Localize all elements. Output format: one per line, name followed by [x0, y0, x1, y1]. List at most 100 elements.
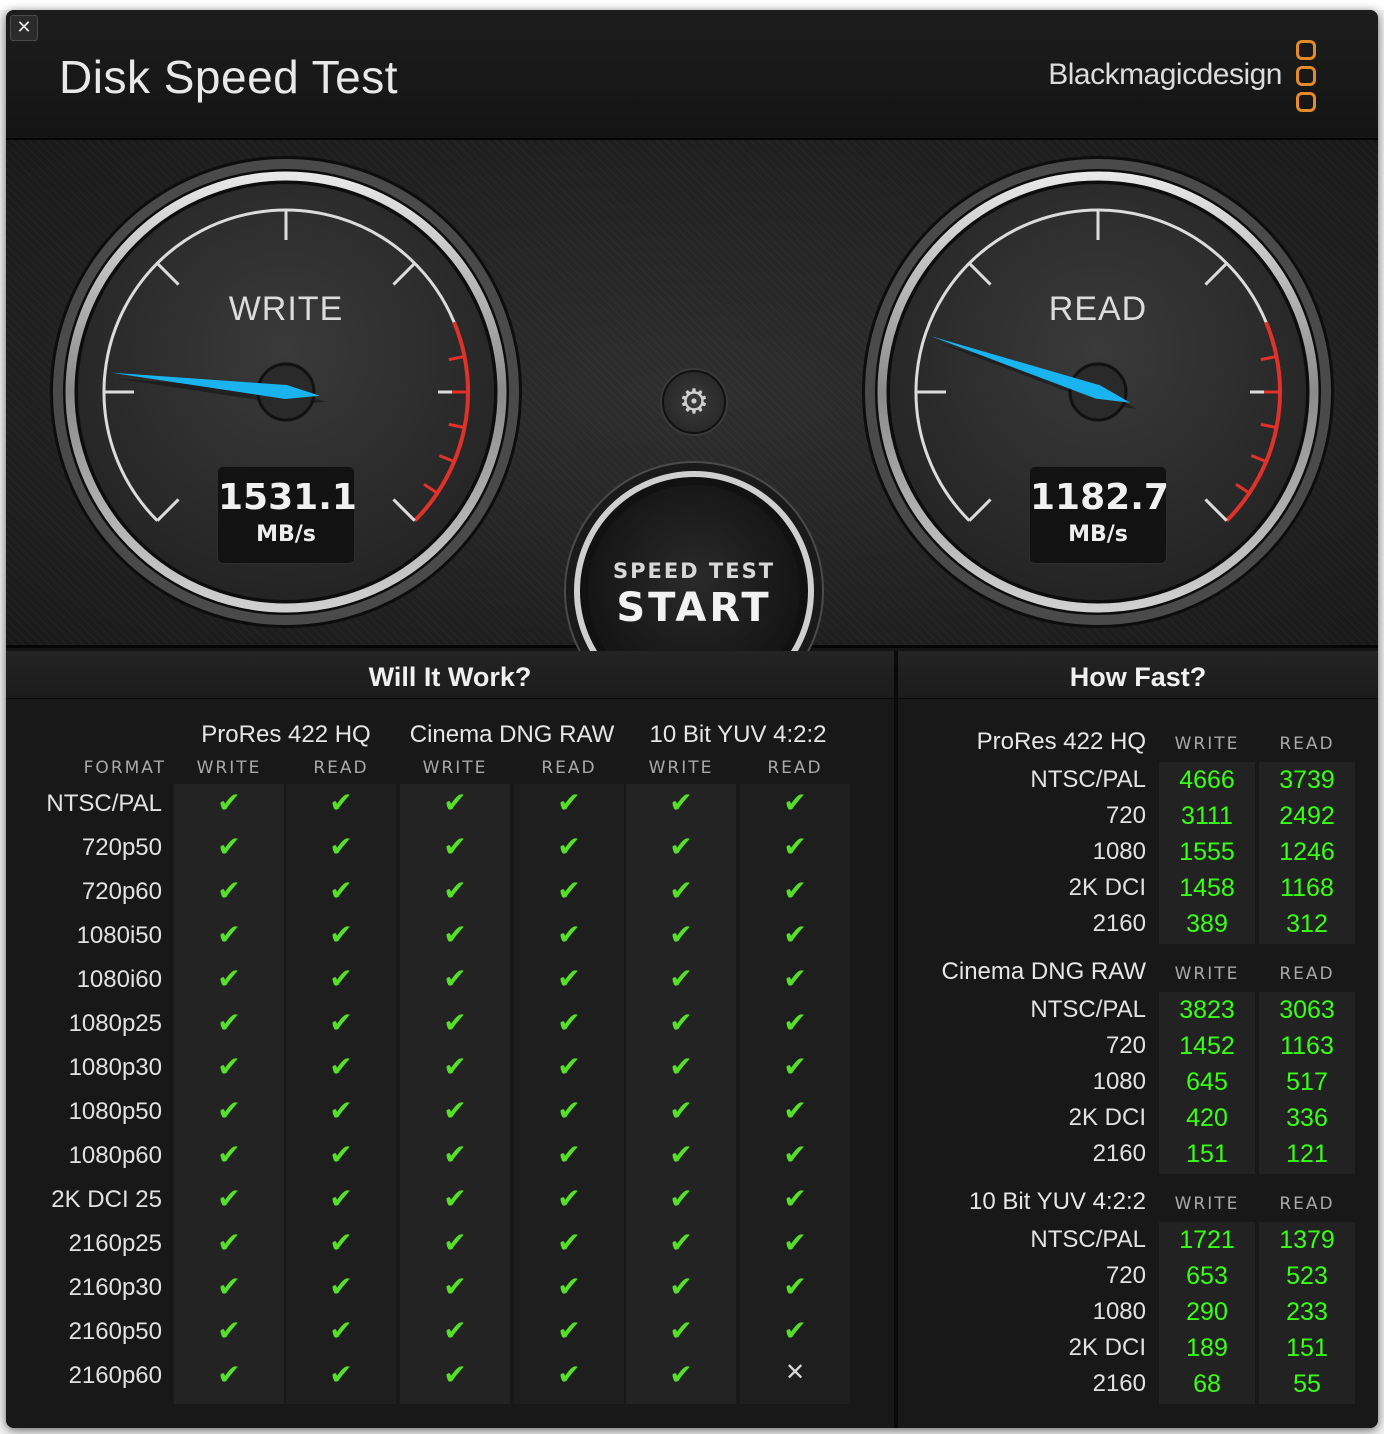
checkmark-icon: ✔ — [783, 1270, 807, 1303]
speed-read-header: READ — [1279, 964, 1335, 984]
checkmark-icon: ✔ — [217, 1006, 241, 1039]
format-column-header: FORMAT — [83, 758, 166, 778]
checkmark-icon: ✔ — [443, 1358, 467, 1391]
checkmark-icon: ✔ — [217, 962, 241, 995]
checkmark-icon: ✔ — [669, 1314, 693, 1347]
checkmark-icon: ✔ — [443, 1182, 467, 1215]
write-fps-value: 1458 — [1179, 874, 1235, 902]
write-speed-unit: MB/s — [256, 522, 316, 547]
brand-logo-icon — [1296, 40, 1320, 114]
format-row-label: 2160p50 — [68, 1318, 162, 1345]
checkmark-icon: ✔ — [217, 1358, 241, 1391]
start-button-caption: SPEED TEST — [612, 559, 776, 583]
format-row-label: 720p50 — [81, 834, 162, 861]
checkmark-icon: ✔ — [669, 1138, 693, 1171]
speed-row-label: 720 — [1105, 1032, 1146, 1059]
speed-write-header: WRITE — [1174, 964, 1240, 984]
checkmark-icon: ✔ — [217, 1138, 241, 1171]
checkmark-icon: ✔ — [329, 1226, 353, 1259]
speed-section-title: ProRes 422 HQ — [976, 728, 1146, 755]
checkmark-icon: ✔ — [557, 786, 581, 819]
checkmark-icon: ✔ — [217, 1314, 241, 1347]
speed-row-label: NTSC/PAL — [1030, 996, 1146, 1023]
write-fps-value: 189 — [1186, 1334, 1228, 1362]
test-column-header: WRITE — [648, 758, 714, 778]
speed-write-header: WRITE — [1174, 734, 1240, 754]
checkmark-icon: ✔ — [669, 786, 693, 819]
checkmark-icon: ✔ — [783, 1050, 807, 1083]
write-readout: 1531.1 MB/s — [217, 466, 357, 564]
read-fps-value: 233 — [1286, 1298, 1328, 1326]
checkmark-icon: ✔ — [557, 830, 581, 863]
write-fps-value: 68 — [1193, 1370, 1221, 1398]
read-fps-value: 1246 — [1279, 838, 1335, 866]
read-readout: 1182.7 MB/s — [1029, 466, 1169, 564]
speed-row-label: 2160 — [1092, 1140, 1146, 1167]
gauge-area: WRITE 1531.1 MB/s READ 1182.7 MB/s ⚙ SPE… — [6, 140, 1378, 711]
checkmark-icon: ✔ — [557, 1138, 581, 1171]
start-button-label: START — [616, 585, 772, 631]
format-row-label: 2160p25 — [68, 1230, 162, 1257]
write-fps-value: 3111 — [1181, 802, 1233, 830]
format-row-label: 1080i60 — [76, 966, 162, 993]
checkmark-icon: ✔ — [217, 1050, 241, 1083]
format-row-label: 1080p30 — [68, 1054, 162, 1081]
write-gauge-label: WRITE — [228, 290, 344, 328]
read-gauge — [862, 156, 1334, 628]
checkmark-icon: ✔ — [783, 1094, 807, 1127]
checkmark-icon: ✔ — [783, 1226, 807, 1259]
test-column-header: READ — [541, 758, 597, 778]
checkmark-icon: ✔ — [217, 1094, 241, 1127]
read-fps-value: 523 — [1286, 1262, 1328, 1290]
read-gauge-label: READ — [1048, 290, 1148, 328]
speed-write-header: WRITE — [1174, 1194, 1240, 1214]
checkmark-icon: ✔ — [329, 874, 353, 907]
settings-button[interactable]: ⚙ — [662, 370, 726, 434]
speed-section-title: 10 Bit YUV 4:2:2 — [969, 1188, 1146, 1215]
checkmark-icon: ✔ — [329, 1314, 353, 1347]
checkmark-icon: ✔ — [217, 918, 241, 951]
checkmark-icon: ✔ — [329, 1094, 353, 1127]
checkmark-icon: ✔ — [557, 874, 581, 907]
read-speed-value: 1182.7 — [1030, 477, 1169, 518]
checkmark-icon: ✔ — [443, 1314, 467, 1347]
read-fps-value: 3739 — [1279, 766, 1335, 794]
speed-row-label: 2K DCI — [1068, 1334, 1146, 1361]
checkmark-icon: ✔ — [669, 1094, 693, 1127]
checkmark-icon: ✔ — [443, 918, 467, 951]
format-row-label: 2160p30 — [68, 1274, 162, 1301]
test-column-header: WRITE — [196, 758, 262, 778]
checkmark-icon: ✔ — [443, 1094, 467, 1127]
checkmark-icon: ✔ — [783, 786, 807, 819]
checkmark-icon: ✔ — [329, 962, 353, 995]
checkmark-icon: ✔ — [443, 1270, 467, 1303]
checkmark-icon: ✔ — [669, 874, 693, 907]
checkmark-icon: ✔ — [557, 962, 581, 995]
checkmark-icon: ✔ — [217, 1226, 241, 1259]
speed-row-label: 2160 — [1092, 1370, 1146, 1397]
checkmark-icon: ✔ — [329, 1006, 353, 1039]
write-fps-value: 389 — [1186, 910, 1228, 938]
checkmark-icon: ✔ — [217, 830, 241, 863]
checkmark-icon: ✔ — [669, 1182, 693, 1215]
checkmark-icon: ✔ — [329, 830, 353, 863]
test-column-header: READ — [767, 758, 823, 778]
close-button[interactable]: ✕ — [10, 15, 38, 41]
checkmark-icon: ✔ — [329, 918, 353, 951]
brand-name: Blackmagicdesign — [1048, 58, 1282, 91]
checkmark-icon: ✔ — [217, 874, 241, 907]
read-fps-value: 121 — [1286, 1140, 1328, 1168]
write-fps-value: 653 — [1186, 1262, 1228, 1290]
speed-read-header: READ — [1279, 734, 1335, 754]
checkmark-icon: ✔ — [557, 1050, 581, 1083]
disk-speed-test-window: ✕ Disk Speed Test Blackmagicdesign WRITE… — [6, 10, 1378, 1428]
speed-section-title: Cinema DNG RAW — [941, 958, 1146, 985]
test-column-header: READ — [313, 758, 369, 778]
read-fps-value: 2492 — [1279, 802, 1335, 830]
format-row-label: NTSC/PAL — [46, 790, 162, 817]
checkmark-icon: ✔ — [217, 786, 241, 819]
test-column-header: WRITE — [422, 758, 488, 778]
write-gauge — [50, 156, 522, 628]
how-fast-panel: How Fast? ProRes 422 HQ WRITE READ NTSC/PAL… — [898, 651, 1378, 1428]
read-fps-value: 1163 — [1280, 1032, 1334, 1060]
